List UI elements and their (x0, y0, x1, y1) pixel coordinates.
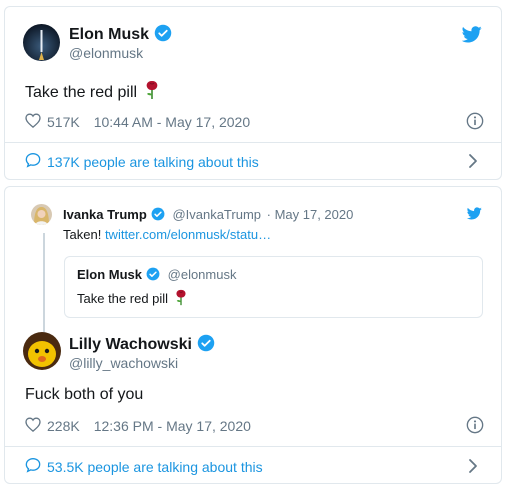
tweet-timestamp[interactable]: 12:36 PM - May 17, 2020 (94, 418, 251, 434)
verified-icon (197, 334, 215, 357)
quote-author-handle: @elonmusk (167, 267, 237, 282)
reply-author-handle[interactable]: @IvankaTrump (172, 207, 261, 222)
author-handle[interactable]: @elonmusk (69, 45, 143, 61)
reply-link[interactable]: twitter.com/elonmusk/statu… (105, 227, 271, 242)
ivanka-avatar[interactable] (31, 204, 52, 225)
divider (5, 446, 501, 447)
quote-author-name: Elon Musk (77, 267, 143, 282)
divider (5, 142, 501, 143)
verified-icon (146, 267, 160, 284)
author-name[interactable]: Lilly Wachowski (69, 334, 215, 357)
verified-icon (151, 207, 165, 224)
tweet-meta: 517K 10:44 AM - May 17, 2020 (25, 113, 250, 131)
quote-text: Take the red pill (77, 289, 187, 309)
tweet-text: Take the red pill (25, 80, 159, 105)
twitter-bird-icon[interactable] (466, 207, 482, 225)
rose-emoji (145, 80, 159, 105)
reply-text: Taken! twitter.com/elonmusk/statu… (63, 227, 272, 242)
reply-author-name[interactable]: Ivanka Trump (63, 207, 147, 222)
heart-icon[interactable] (25, 113, 41, 131)
quote-header: Elon Musk @elonmusk (77, 267, 236, 284)
tweet-meta: 228K 12:36 PM - May 17, 2020 (25, 417, 251, 435)
tweet-timestamp[interactable]: 10:44 AM - May 17, 2020 (94, 114, 250, 130)
author-handle[interactable]: @lilly_wachowski (69, 355, 178, 371)
rose-emoji (175, 289, 187, 309)
tweet-text: Fuck both of you (25, 386, 144, 403)
quoted-tweet[interactable]: Elon Musk @elonmusk Take the red pill (64, 256, 483, 318)
chevron-right-icon[interactable] (467, 458, 479, 479)
lilly-avatar[interactable] (23, 332, 61, 370)
tweet-card-elon: Elon Musk @elonmusk Take the red pill 51… (4, 6, 502, 180)
heart-icon[interactable] (25, 417, 41, 435)
talking-link[interactable]: 137K people are talking about this (25, 152, 259, 171)
reply-date[interactable]: · May 17, 2020 (267, 207, 354, 222)
like-count[interactable]: 228K (47, 418, 80, 434)
talking-link[interactable]: 53.5K people are talking about this (25, 457, 263, 476)
author-name[interactable]: Elon Musk (69, 24, 172, 47)
thread-line (43, 233, 45, 333)
info-icon[interactable] (466, 112, 484, 135)
verified-icon (154, 24, 172, 47)
reply-header: Ivanka Trump @IvankaTrump · May 17, 2020 (63, 207, 353, 224)
tweet-card-lilly: Ivanka Trump @IvankaTrump · May 17, 2020… (4, 186, 502, 484)
elon-avatar[interactable] (23, 24, 60, 61)
info-icon[interactable] (466, 416, 484, 439)
twitter-bird-icon[interactable] (461, 26, 482, 48)
comment-icon (25, 457, 41, 476)
comment-icon (25, 152, 41, 171)
like-count[interactable]: 517K (47, 114, 80, 130)
chevron-right-icon[interactable] (467, 153, 479, 174)
